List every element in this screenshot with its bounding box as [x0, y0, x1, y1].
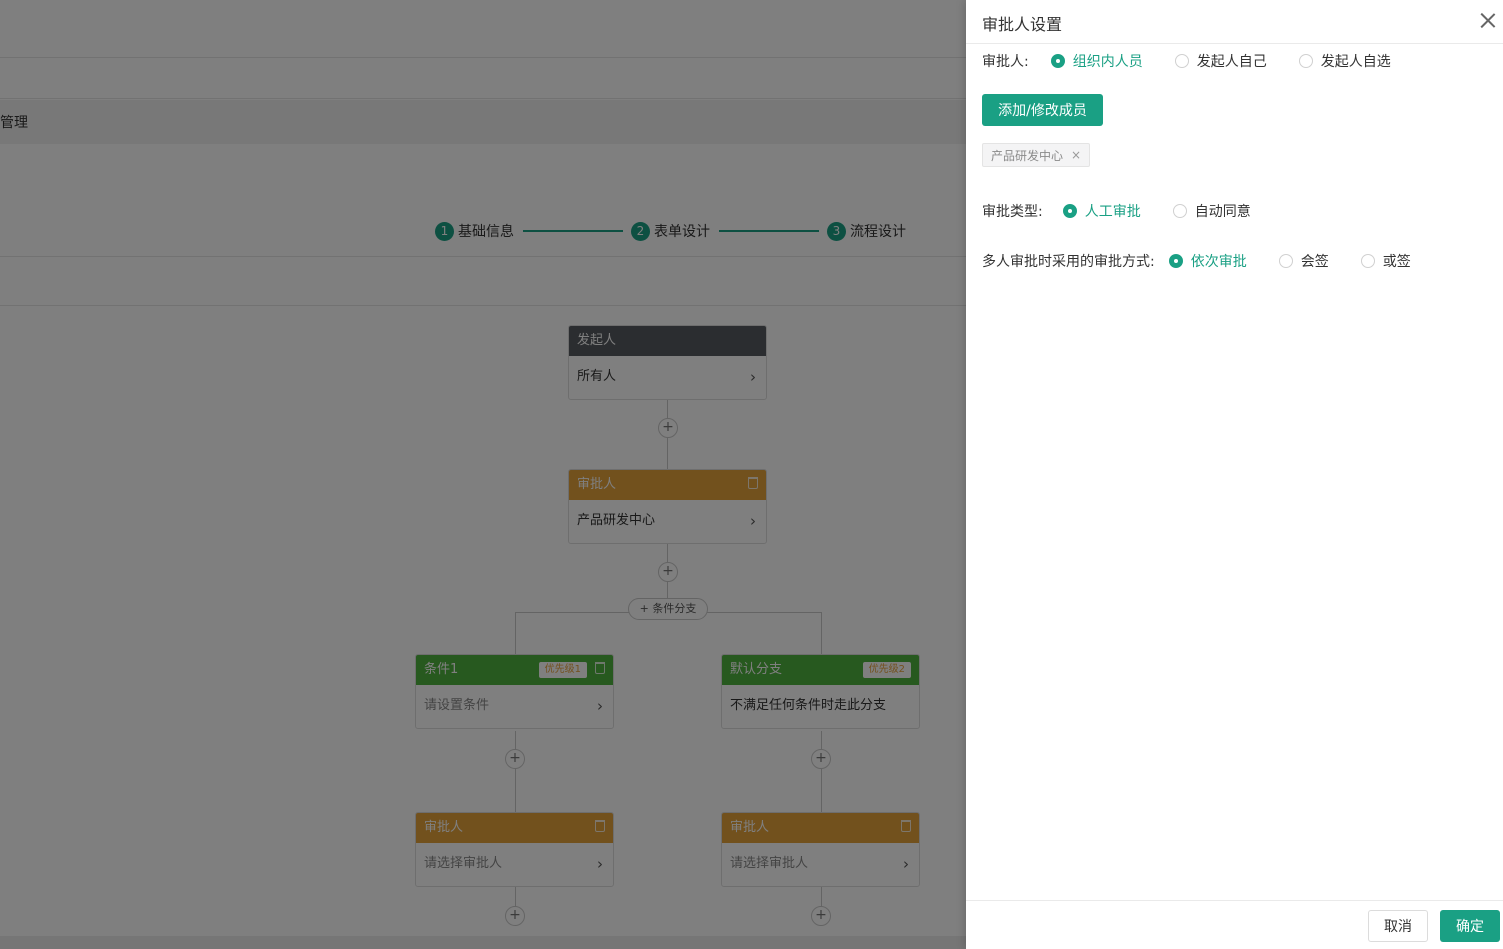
radio-dot-icon — [1168, 254, 1183, 268]
radio-manual-approval[interactable]: 人工审批 — [1062, 201, 1141, 221]
radio-dot-icon — [1298, 54, 1313, 68]
approval-type-label: 审批类型: — [982, 204, 1043, 220]
radio-dot-icon — [1174, 54, 1189, 68]
radio-label: 或签 — [1382, 254, 1411, 270]
cancel-button[interactable]: 取消 — [1368, 910, 1428, 942]
confirm-button[interactable]: 确定 — [1440, 910, 1500, 942]
approver-row: 审批人: 组织内人员 发起人自己 发起人自选 — [982, 51, 1391, 71]
approver-settings-drawer: 审批人设置 审批人: 组织内人员 发起人自己 发起人自选 添加/修改成员 产品研… — [966, 0, 1503, 949]
drawer-footer: 取消 确定 — [966, 900, 1503, 949]
multi-approval-mode-row: 多人审批时采用的审批方式: 依次审批 会签 或签 — [982, 251, 1411, 271]
radio-label: 会签 — [1300, 254, 1329, 270]
radio-dot-icon — [1062, 204, 1077, 218]
radio-dot-icon — [1278, 254, 1293, 268]
drawer-title: 审批人设置 — [982, 15, 1063, 34]
radio-label: 组织内人员 — [1072, 54, 1143, 70]
radio-or-sign[interactable]: 或签 — [1360, 251, 1411, 271]
radio-label: 依次审批 — [1190, 254, 1247, 270]
radio-dot-icon — [1050, 54, 1065, 68]
radio-initiator-choose[interactable]: 发起人自选 — [1298, 51, 1391, 71]
multi-mode-label: 多人审批时采用的审批方式: — [982, 254, 1155, 270]
drawer-header: 审批人设置 — [966, 0, 1503, 44]
radio-label: 发起人自选 — [1320, 54, 1391, 70]
tag-close-icon[interactable]: × — [1071, 148, 1081, 162]
radio-dot-icon — [1172, 204, 1187, 218]
radio-initiator-self[interactable]: 发起人自己 — [1174, 51, 1267, 71]
radio-auto-approve[interactable]: 自动同意 — [1172, 201, 1251, 221]
tag-label: 产品研发中心 — [991, 148, 1064, 163]
add-edit-member-button[interactable]: 添加/修改成员 — [982, 94, 1103, 126]
radio-label: 人工审批 — [1084, 204, 1141, 220]
radio-sequential[interactable]: 依次审批 — [1168, 251, 1247, 271]
approval-type-row: 审批类型: 人工审批 自动同意 — [982, 201, 1251, 221]
radio-label: 自动同意 — [1194, 204, 1251, 220]
selected-member-tag: 产品研发中心 × — [982, 143, 1091, 167]
close-icon[interactable] — [1479, 11, 1497, 29]
approver-label: 审批人: — [982, 54, 1029, 70]
radio-org-member[interactable]: 组织内人员 — [1050, 51, 1143, 71]
radio-label: 发起人自己 — [1196, 54, 1267, 70]
radio-countersign[interactable]: 会签 — [1278, 251, 1329, 271]
radio-dot-icon — [1360, 254, 1375, 268]
